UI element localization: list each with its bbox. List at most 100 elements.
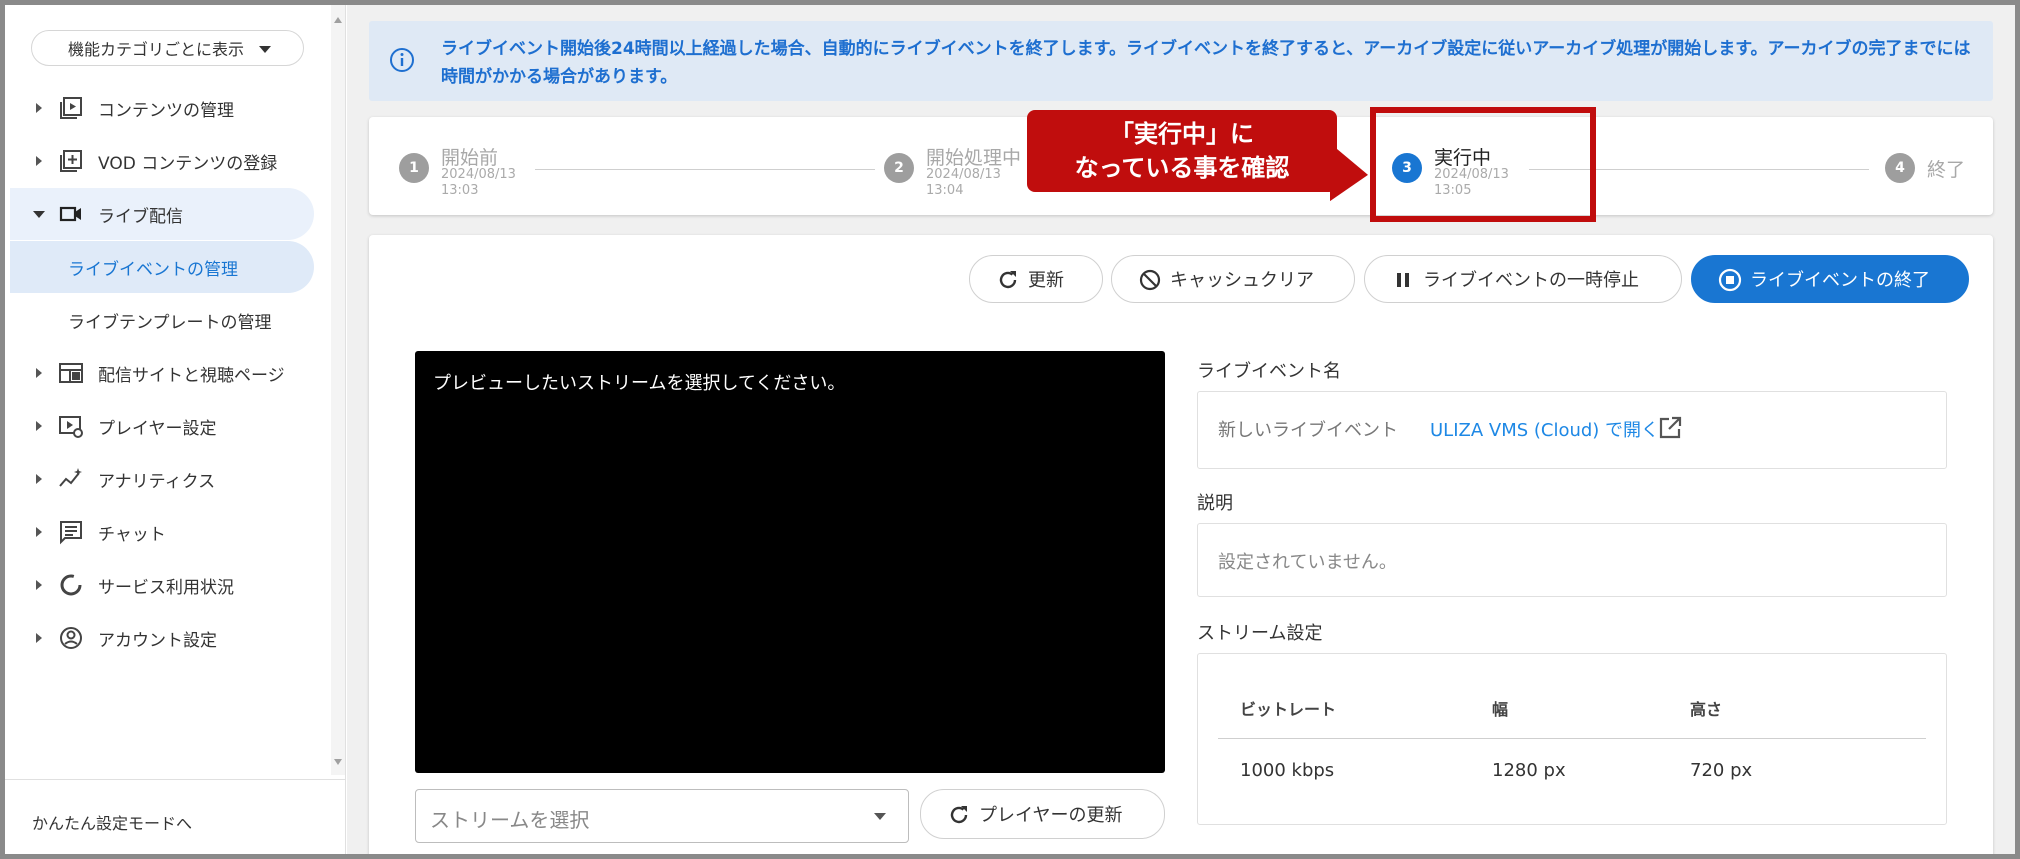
end-event-button[interactable]: ライブイベントの終了	[1691, 255, 1969, 303]
add-box-icon	[60, 150, 82, 172]
refresh-button[interactable]: 更新	[969, 255, 1103, 303]
sidebar-item-analytics[interactable]: アナリティクス	[10, 453, 320, 505]
annotation-callout: 「実行中」に なっている事を確認	[1027, 110, 1337, 192]
simple-mode-link[interactable]: かんたん設定モードへ	[5, 779, 346, 854]
sidebar-item-player-settings[interactable]: プレイヤー設定	[10, 400, 320, 452]
cache-clear-button[interactable]: キャッシュクリア	[1111, 255, 1355, 303]
expand-arrow-icon	[36, 580, 42, 590]
cache-clear-label: キャッシュクリア	[1170, 270, 1314, 291]
simple-mode-label: かんたん設定モードへ	[32, 814, 193, 833]
description-value: 設定されていません。	[1218, 552, 1397, 573]
account-circle-icon	[60, 627, 82, 649]
table-cell: 720 px	[1690, 760, 1753, 781]
step-title: 開始前	[441, 147, 499, 169]
sidebar-subitem-live-events[interactable]: ライブイベントの管理	[10, 241, 314, 293]
expand-arrow-icon	[36, 421, 42, 431]
step-connector	[535, 169, 875, 170]
step-time: 13:03	[441, 183, 479, 198]
open-in-new-icon[interactable]	[1657, 415, 1683, 441]
step-title: 終了	[1927, 159, 1966, 181]
sidebar-item-label: VOD コンテンツの登録	[98, 153, 278, 174]
expand-arrow-icon	[36, 103, 42, 113]
step-number: 2	[884, 153, 914, 183]
step-number: 1	[399, 153, 429, 183]
sidebar-item-label: ライブ配信	[98, 206, 183, 227]
column-header: 幅	[1492, 700, 1509, 719]
category-select-label: 機能カテゴリごとに表示	[68, 40, 245, 59]
step-date: 2024/08/13	[926, 167, 1001, 182]
scroll-down-icon[interactable]	[334, 759, 342, 765]
refresh-label: 更新	[1028, 270, 1064, 291]
sidebar-item-chat[interactable]: チャット	[10, 506, 320, 558]
category-select[interactable]: 機能カテゴリごとに表示	[31, 30, 304, 66]
sidebar-subitem-label: ライブイベントの管理	[68, 259, 238, 280]
stream-select-placeholder: ストリームを選択	[430, 808, 590, 832]
event-name-value: 新しいライブイベント	[1218, 420, 1398, 441]
step-title: 開始処理中	[926, 147, 1022, 169]
annotation-highlight-box	[1370, 107, 1596, 222]
table-cell: 1000 kbps	[1240, 760, 1335, 781]
step-date: 2024/08/13	[441, 167, 516, 182]
chat-icon	[60, 521, 82, 545]
callout-line-2: なっている事を確認	[1074, 154, 1290, 182]
refresh-icon	[999, 271, 1017, 289]
sidebar-item-label: チャット	[98, 524, 166, 545]
sidebar-subitem-label: ライブテンプレートの管理	[68, 312, 272, 333]
sidebar-scrollbar[interactable]	[331, 5, 345, 775]
description-label: 説明	[1197, 493, 1233, 514]
sidebar: 機能カテゴリごとに表示 コンテンツの管理 VOD コンテンツの登録 ライブ配信 …	[5, 5, 346, 854]
expand-arrow-icon	[36, 474, 42, 484]
sidebar-item-label: コンテンツの管理	[98, 100, 234, 121]
pause-icon	[1397, 273, 1409, 287]
stream-settings-label: ストリーム設定	[1197, 623, 1323, 644]
sidebar-item-label: サービス利用状況	[98, 577, 234, 598]
sidebar-item-account[interactable]: アカウント設定	[10, 612, 320, 664]
refresh-icon	[950, 806, 968, 824]
open-in-uliza-link[interactable]: ULIZA VMS (Cloud) で開く	[1430, 416, 1659, 442]
expand-arrow-icon	[36, 633, 42, 643]
pause-button[interactable]: ライブイベントの一時停止	[1364, 255, 1682, 303]
sidebar-item-sites[interactable]: 配信サイトと視聴ページ	[10, 347, 320, 399]
table-cell: 1280 px	[1492, 760, 1566, 781]
stream-select[interactable]: ストリームを選択	[415, 789, 909, 843]
step-time: 13:04	[926, 183, 964, 198]
analytics-icon	[59, 468, 82, 487]
step-timestamp: 2024/08/13 13:04	[926, 167, 1001, 199]
step-number: 4	[1885, 153, 1915, 183]
column-header: ビットレート	[1240, 700, 1337, 719]
event-name-field: 新しいライブイベント ULIZA VMS (Cloud) で開く	[1197, 391, 1947, 469]
player-refresh-button[interactable]: プレイヤーの更新	[920, 789, 1165, 839]
sidebar-item-content-management[interactable]: コンテンツの管理	[10, 82, 320, 134]
table-divider	[1218, 738, 1926, 739]
player-settings-icon	[59, 416, 83, 438]
player-refresh-label: プレイヤーの更新	[979, 805, 1123, 826]
video-library-icon	[60, 97, 82, 119]
sidebar-item-live[interactable]: ライブ配信	[10, 188, 314, 240]
videocam-icon	[59, 206, 81, 222]
column-header: 高さ	[1690, 700, 1723, 719]
sidebar-item-vod-register[interactable]: VOD コンテンツの登録	[10, 135, 320, 187]
expand-arrow-icon	[36, 527, 42, 537]
pause-label: ライブイベントの一時停止	[1423, 270, 1639, 291]
stream-preview[interactable]: プレビューしたいストリームを選択してください。	[415, 351, 1165, 773]
live-event-panel: 更新 キャッシュクリア ライブイベントの一時停止 ライブイベントの終了 プレビュ…	[369, 235, 1993, 859]
sidebar-item-usage[interactable]: サービス利用状況	[10, 559, 320, 611]
sidebar-item-label: アナリティクス	[98, 471, 216, 492]
event-name-label: ライブイベント名	[1197, 361, 1341, 382]
info-icon	[390, 48, 414, 72]
scroll-up-icon[interactable]	[334, 17, 342, 23]
step-timestamp: 2024/08/13 13:03	[441, 167, 516, 199]
sidebar-subitem-live-templates[interactable]: ライブテンプレートの管理	[10, 294, 314, 346]
chevron-down-icon	[874, 813, 886, 820]
end-event-label: ライブイベントの終了	[1750, 270, 1930, 291]
web-icon	[59, 363, 83, 383]
block-icon	[1139, 269, 1161, 291]
donut-chart-icon	[60, 574, 82, 596]
sidebar-item-label: アカウント設定	[98, 630, 217, 651]
callout-line-1: 「実行中」に	[1110, 120, 1254, 148]
description-field: 設定されていません。	[1197, 523, 1947, 597]
notice-message: ライブイベント開始後24時間以上経過した場合、自動的にライブイベントを終了します…	[441, 39, 1971, 87]
chevron-down-icon	[259, 46, 271, 53]
sidebar-item-label: 配信サイトと視聴ページ	[98, 365, 285, 386]
sidebar-item-label: プレイヤー設定	[98, 418, 217, 439]
